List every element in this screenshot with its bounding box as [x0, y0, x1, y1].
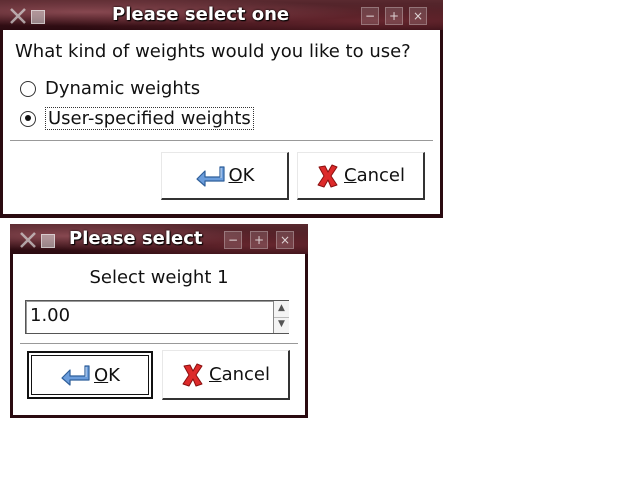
close-button[interactable]: ×: [276, 231, 294, 249]
weight-spinbox[interactable]: ▲ ▼: [25, 300, 289, 334]
spin-arrows[interactable]: ▲ ▼: [273, 301, 289, 333]
cancel-button[interactable]: Cancel: [297, 152, 425, 200]
enter-arrow-icon: [195, 165, 225, 187]
weight-input[interactable]: [30, 305, 250, 326]
maximize-button[interactable]: +: [385, 7, 403, 25]
maximize-button[interactable]: +: [250, 231, 268, 249]
dialog-body: Select weight 1 ▲ ▼ OK Cancel: [13, 254, 305, 415]
separator: [10, 140, 433, 142]
radio-user-specified-weights[interactable]: User-specified weights: [20, 107, 254, 130]
radio-dynamic-weights[interactable]: Dynamic weights: [20, 78, 200, 99]
radio-label: Dynamic weights: [45, 78, 201, 99]
radio-button[interactable]: [20, 80, 36, 97]
x-logo-icon[interactable]: [8, 6, 28, 26]
minimize-button[interactable]: −: [361, 7, 379, 25]
enter-arrow-icon: [61, 365, 90, 386]
cancel-button[interactable]: Cancel: [162, 350, 290, 400]
separator: [20, 343, 298, 345]
red-x-icon: [317, 164, 338, 187]
ok-button[interactable]: OK: [27, 351, 153, 399]
window-menu-icon[interactable]: [41, 234, 55, 248]
minimize-button[interactable]: −: [224, 231, 242, 249]
spin-up-icon[interactable]: ▲: [274, 301, 289, 318]
question-label: What kind of weights would you like to u…: [15, 41, 411, 62]
red-x-icon: [182, 363, 203, 386]
cancel-label: Cancel: [344, 165, 405, 186]
dialog-body: What kind of weights would you like to u…: [3, 30, 440, 214]
ok-label: OK: [228, 165, 255, 186]
ok-label: OK: [94, 364, 120, 386]
radio-button-selected[interactable]: [20, 110, 36, 127]
close-button[interactable]: ×: [409, 7, 427, 25]
spin-down-icon[interactable]: ▼: [274, 317, 289, 333]
prompt-label: Select weight 1: [89, 267, 229, 288]
ok-button[interactable]: OK: [161, 152, 289, 200]
window-title: Please select one: [112, 4, 290, 25]
dialog-weights-type: Please select one − + × What kind of wei…: [0, 0, 443, 218]
cancel-label: Cancel: [209, 364, 270, 385]
dialog-select-weight: Please select − + × Select weight 1 ▲ ▼ …: [10, 224, 308, 418]
window-menu-icon[interactable]: [31, 10, 45, 24]
x-logo-icon[interactable]: [18, 230, 38, 250]
window-title: Please select: [69, 228, 203, 249]
radio-label: User-specified weights: [45, 107, 254, 130]
